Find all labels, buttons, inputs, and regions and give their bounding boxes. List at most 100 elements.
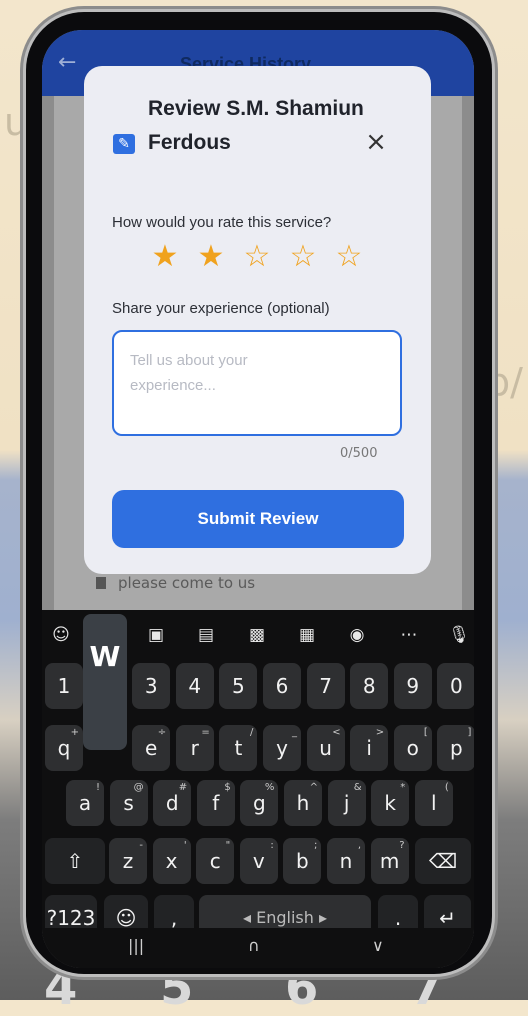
key-l[interactable]: l(	[414, 780, 453, 826]
key-8[interactable]: 8	[350, 663, 389, 709]
share-label: Share your experience (optional)	[112, 300, 330, 317]
key-z-label: z	[122, 849, 134, 873]
key-g[interactable]: g%	[240, 780, 279, 826]
submit-review-button[interactable]: Submit Review	[112, 490, 404, 548]
emoji-key-label: ☺	[115, 906, 137, 930]
key-hint: >	[375, 727, 385, 738]
key-p[interactable]: p]	[437, 725, 474, 771]
translate-icon[interactable]: ▩	[244, 622, 270, 648]
key-f[interactable]: f $	[196, 780, 235, 826]
key-4-label: 4	[188, 674, 202, 698]
close-icon[interactable]: ×	[364, 129, 388, 155]
key-hint: <	[332, 727, 341, 738]
key-7-label: 7	[319, 674, 332, 698]
key-j[interactable]: j &	[327, 780, 366, 826]
key-hint: @	[133, 782, 144, 793]
document-icon	[96, 577, 106, 589]
grammar-icon[interactable]: ◉	[344, 622, 370, 648]
key-hint: ÷	[157, 727, 167, 738]
key-i[interactable]: i >	[350, 725, 389, 771]
key-6-label: 6	[275, 674, 289, 698]
key-hint: %	[264, 782, 275, 793]
key-p-label: p	[450, 736, 463, 760]
key-hint: [	[423, 727, 428, 738]
key-hint: !	[95, 782, 100, 793]
key-m-label: m	[379, 849, 400, 873]
key-0[interactable]: 0	[437, 663, 474, 709]
symbols-key-label: ?123	[46, 906, 96, 930]
key-y-label: y	[276, 736, 288, 760]
key-y[interactable]: y _	[263, 725, 301, 771]
key-hint: '	[183, 840, 187, 851]
star-empty-icon[interactable]: ☆	[334, 242, 364, 272]
home-icon[interactable]: ∩	[248, 936, 260, 955]
key-hint: +	[70, 727, 79, 738]
experience-textarea[interactable]: Tell us about your experience...	[112, 330, 402, 436]
key-u[interactable]: u <	[306, 725, 345, 771]
background-message: please come to us	[96, 574, 255, 592]
back-chevron-icon[interactable]: ∨	[372, 936, 384, 955]
star-filled-icon[interactable]: ★	[196, 242, 226, 272]
key-e[interactable]: e ÷	[132, 725, 171, 771]
key-d[interactable]: d #	[153, 780, 192, 826]
backspace-key-label: ⌫	[428, 849, 458, 873]
key-k-label: k	[384, 791, 396, 815]
shift-key-label: ⇧	[66, 849, 84, 873]
key-1[interactable]: 1	[45, 663, 83, 709]
key-f-label: f	[212, 791, 220, 815]
key-m[interactable]: m?	[370, 838, 409, 884]
dialog-title: Review S.M. Shamiun Ferdous	[148, 97, 364, 154]
key-u-label: u	[319, 736, 332, 760]
key-hint: *	[400, 782, 406, 793]
backspace-key[interactable]: ⌫	[415, 838, 471, 884]
key-x-label: x	[165, 849, 178, 873]
enter-key-label: ↵	[439, 906, 456, 930]
mic-icon[interactable]: 🎙	[446, 622, 472, 648]
key-x[interactable]: x '	[152, 838, 191, 884]
arrow-left-icon[interactable]: ←	[58, 50, 76, 75]
emoji-sticker-icon[interactable]: ☺	[48, 622, 74, 648]
key-hint: ;	[314, 840, 318, 851]
key-h[interactable]: h ^	[284, 780, 322, 826]
star-empty-icon[interactable]: ☆	[242, 242, 272, 272]
shift-key[interactable]: ⇧	[45, 838, 105, 884]
key-r[interactable]: r =	[175, 725, 214, 771]
recent-apps-icon[interactable]: |||	[128, 936, 144, 955]
more-icon[interactable]: ⋯	[396, 622, 422, 648]
navigation-bar: ||| ∩ ∨	[42, 928, 474, 968]
key-hint: "	[225, 840, 231, 851]
key-v[interactable]: v:	[239, 838, 278, 884]
store-icon[interactable]: ▣	[143, 622, 169, 648]
key-a[interactable]: a!	[66, 780, 104, 826]
key-3[interactable]: 3	[132, 663, 171, 709]
key-0-label: 0	[450, 674, 463, 698]
key-g-label: g	[253, 791, 266, 815]
numpad-icon[interactable]: ▦	[294, 622, 320, 648]
key-q[interactable]: q +	[45, 725, 83, 771]
key-hint: _	[292, 727, 297, 738]
key-s[interactable]: s @	[109, 780, 148, 826]
key-1-label: 1	[57, 674, 71, 698]
key-c[interactable]: c "	[196, 838, 235, 884]
key-j-label: j	[343, 791, 350, 815]
clipboard-icon[interactable]: ▤	[193, 622, 219, 648]
key-4[interactable]: 4	[175, 663, 214, 709]
key-5[interactable]: 5	[219, 663, 258, 709]
key-b[interactable]: b;	[283, 838, 322, 884]
key-o[interactable]: o[	[393, 725, 432, 771]
key-l-label: l	[431, 791, 437, 815]
key-7[interactable]: 7	[306, 663, 345, 709]
key-hint: :	[270, 840, 274, 851]
key-6[interactable]: 6	[263, 663, 301, 709]
key-hint: &	[353, 782, 362, 793]
key-z[interactable]: z-	[109, 838, 147, 884]
rating-question: How would you rate this service?	[112, 214, 332, 231]
star-filled-icon[interactable]: ★	[150, 242, 180, 272]
key-n[interactable]: n,	[327, 838, 365, 884]
key-9[interactable]: 9	[393, 663, 432, 709]
key-q-label: q	[57, 736, 71, 760]
key-t[interactable]: t /	[219, 725, 258, 771]
star-empty-icon[interactable]: ☆	[288, 242, 318, 272]
character-counter: 0/500	[340, 446, 378, 461]
key-k[interactable]: k *	[371, 780, 410, 826]
